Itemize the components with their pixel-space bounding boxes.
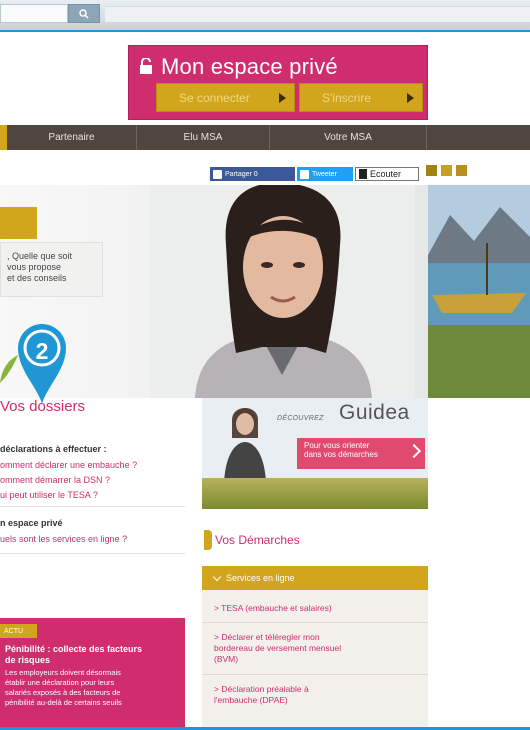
online-services-toggle[interactable]: Services en ligne bbox=[202, 566, 428, 590]
dossier-link[interactable]: ui peut utiliser le TESA ? bbox=[0, 490, 98, 500]
private-space-panel: Mon espace privé Se connecter S'inscrire bbox=[128, 45, 428, 120]
email-icon[interactable] bbox=[441, 165, 452, 176]
speaker-icon bbox=[359, 169, 367, 179]
section-marker bbox=[204, 530, 212, 550]
news-headline: Pénibilité : collecte des facteurs de ri… bbox=[5, 644, 142, 666]
news-body-line: pénibilité au-delà de certains seuils bbox=[5, 698, 122, 707]
news-body: Les employeurs doivent désormais établir… bbox=[5, 668, 122, 708]
step-marker-pin: 2 bbox=[14, 318, 70, 406]
news-headline-line: Pénibilité : collecte des facteurs bbox=[5, 644, 143, 654]
browser-toolbar bbox=[0, 0, 530, 32]
page-tools bbox=[426, 165, 467, 176]
news-badge: ACTU bbox=[0, 624, 37, 638]
facebook-share-label: Partager 0 bbox=[225, 170, 258, 178]
service-link-bvm[interactable]: > Déclarer et téléregler mon bordereau d… bbox=[214, 632, 341, 665]
print-icon[interactable] bbox=[426, 165, 437, 176]
login-button[interactable]: Se connecter bbox=[156, 83, 295, 112]
search-field[interactable] bbox=[0, 4, 68, 23]
guidea-cta-line: Pour vous orienter bbox=[304, 441, 370, 450]
dossier-link[interactable]: uels sont les services en ligne ? bbox=[0, 534, 127, 544]
news-body-line: salariés exposés à des facteurs de bbox=[5, 688, 121, 697]
twitter-share-button[interactable]: Tweeter bbox=[297, 167, 353, 181]
online-services-label: Services en ligne bbox=[226, 573, 295, 583]
service-link-line: > Déclaration préalable à bbox=[214, 684, 309, 694]
online-services-panel: Services en ligne > TESA (embauche et sa… bbox=[202, 566, 428, 730]
search-icon bbox=[79, 8, 89, 19]
hero-person-photo bbox=[150, 185, 415, 398]
dossier-link[interactable]: omment déclarer une embauche ? bbox=[0, 460, 137, 470]
nav-label: Votre MSA bbox=[324, 132, 372, 143]
news-block[interactable]: ACTU Pénibilité : collecte des facteurs … bbox=[0, 618, 185, 730]
lock-icon bbox=[140, 58, 152, 74]
hero-text-line: , Quelle que soit bbox=[7, 251, 73, 261]
hero-text-line: vous propose bbox=[7, 262, 62, 272]
guidea-cta[interactable]: Pour vous orienter dans vos démarches bbox=[297, 438, 425, 469]
guidea-discover: DÉCOUVREZ bbox=[277, 415, 324, 422]
nav-label: Elu MSA bbox=[183, 132, 223, 143]
nav-item-partenaire[interactable]: Partenaire bbox=[7, 125, 137, 150]
register-button[interactable]: S'inscrire bbox=[299, 83, 423, 112]
divider bbox=[202, 622, 428, 623]
service-link-line: (BVM) bbox=[214, 654, 239, 664]
nav-item-votre-msa[interactable]: Votre MSA bbox=[270, 125, 427, 150]
guidea-logo-text: Guidea bbox=[339, 401, 410, 424]
declarations-heading: déclarations à effectuer : bbox=[0, 444, 107, 454]
divider bbox=[0, 506, 185, 507]
right-column bbox=[428, 398, 530, 730]
service-link-line: bordereau de versement mensuel bbox=[214, 643, 342, 653]
listen-label: Ecouter bbox=[370, 169, 402, 179]
nav-active-indicator bbox=[0, 125, 7, 150]
divider bbox=[202, 674, 428, 675]
service-link-tesa[interactable]: > TESA (embauche et salaires) bbox=[214, 603, 332, 614]
hero-text: , Quelle que soit vous propose et des co… bbox=[0, 242, 103, 297]
service-link-line: l'embauche (DPAE) bbox=[214, 695, 288, 705]
login-label: Se connecter bbox=[179, 90, 250, 105]
search-button[interactable] bbox=[68, 4, 100, 23]
nav-item-elu-msa[interactable]: Elu MSA bbox=[137, 125, 270, 150]
play-arrow-icon bbox=[279, 93, 286, 103]
private-space-heading: n espace privé bbox=[0, 518, 63, 528]
guidea-field-image bbox=[202, 478, 429, 509]
play-arrow-icon bbox=[407, 93, 414, 103]
facebook-share-button[interactable]: Partager 0 bbox=[210, 167, 295, 181]
dossier-link[interactable]: omment démarrer la DSN ? bbox=[0, 475, 110, 485]
demarches-title: Vos Démarches bbox=[215, 533, 300, 547]
step-number: 2 bbox=[35, 338, 49, 364]
lake-boat-photo bbox=[428, 185, 530, 398]
toolbar-strip bbox=[105, 6, 530, 22]
chevron-down-icon bbox=[212, 572, 222, 581]
dossiers-title: Vos dossiers bbox=[0, 398, 86, 415]
divider bbox=[0, 553, 185, 554]
register-label: S'inscrire bbox=[322, 90, 371, 105]
twitter-share-label: Tweeter bbox=[312, 170, 337, 178]
nav-label: Partenaire bbox=[48, 132, 95, 143]
twitter-icon bbox=[300, 169, 309, 179]
link-icon[interactable] bbox=[456, 165, 467, 176]
hero-banner: , Quelle que soit vous propose et des co… bbox=[0, 185, 530, 398]
listen-button[interactable]: Ecouter bbox=[355, 167, 419, 181]
guidea-woman-image bbox=[224, 408, 266, 482]
private-space-title: Mon espace privé bbox=[161, 54, 338, 79]
facebook-icon bbox=[213, 169, 222, 179]
news-body-line: Les employeurs doivent désormais bbox=[5, 668, 121, 677]
main-nav: Partenaire Elu MSA Votre MSA bbox=[0, 125, 530, 150]
hero-text-line: et des conseils bbox=[7, 273, 67, 283]
hero-tab bbox=[0, 207, 37, 239]
service-link-line: > Déclarer et téléregler mon bbox=[214, 632, 320, 642]
service-link-line: > TESA (embauche et salaires) bbox=[214, 603, 332, 613]
guidea-promo[interactable]: DÉCOUVREZ Guidea Pour vous orienter dans… bbox=[202, 398, 429, 509]
nav-filler bbox=[427, 125, 530, 150]
news-body-line: établir une déclaration pour leurs bbox=[5, 678, 115, 687]
news-headline-line: de risques bbox=[5, 655, 51, 665]
service-link-dpae[interactable]: > Déclaration préalable à l'embauche (DP… bbox=[214, 684, 309, 706]
page: Mon espace privé Se connecter S'inscrire… bbox=[0, 0, 530, 730]
